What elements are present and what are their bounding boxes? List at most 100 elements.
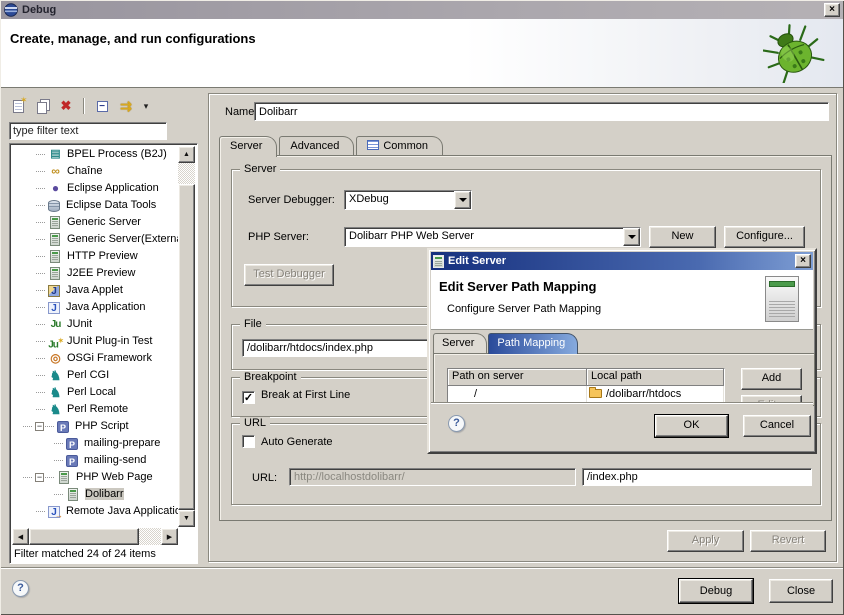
break-first-line-row: ✓Break at First Line — [242, 389, 350, 404]
tree-item-bpel-process-b2j[interactable]: ▤BPEL Process (B2J) — [12, 146, 178, 163]
dialog-body: ✖ − ⇉ ▾ ▤BPEL Process (B2J)∞Chaîne●Eclip… — [1, 89, 843, 567]
perl-icon: ♞ — [48, 403, 63, 417]
server-icon — [50, 233, 60, 246]
collapse-all-button[interactable]: − — [93, 98, 111, 115]
auto-generate-checkbox[interactable] — [242, 435, 255, 448]
edit-server-close-button[interactable]: × — [795, 254, 811, 268]
edit-server-titlebar: Edit Server × — [431, 252, 813, 270]
vertical-scroll-thumb[interactable] — [178, 184, 195, 510]
close-button[interactable]: Close — [769, 579, 833, 603]
tree-expander-icon[interactable]: − — [35, 473, 44, 482]
tree-item-eclipse-data-tools[interactable]: Eclipse Data Tools — [12, 197, 178, 214]
perl-icon: ♞ — [48, 369, 63, 383]
tree-item-generic-server[interactable]: Generic Server — [12, 214, 178, 231]
add-mapping-button[interactable]: Add — [741, 368, 802, 390]
delete-icon: ✖ — [61, 98, 72, 114]
window-close-button[interactable]: × — [824, 3, 840, 17]
scroll-left-button[interactable]: ◀ — [12, 528, 29, 545]
php-server-combo[interactable]: Dolibarr PHP Web Server — [344, 227, 641, 247]
tree-item-php-script[interactable]: −PPHP Script — [12, 418, 178, 435]
tree-connector — [36, 154, 45, 155]
editor-tabs: Server Advanced Common — [219, 136, 445, 156]
scroll-right-button[interactable]: ▶ — [161, 528, 178, 545]
page-title: Create, manage, and run configurations — [10, 31, 256, 46]
filter-menu-dropdown[interactable]: ▾ — [141, 98, 151, 115]
url-path-input[interactable] — [582, 468, 812, 486]
server-icon — [50, 267, 60, 280]
folder-icon — [589, 389, 602, 398]
auto-generate-row: Auto Generate — [242, 435, 333, 448]
scroll-down-button[interactable]: ▼ — [178, 510, 195, 527]
php-server-value: Dolibarr PHP Web Server — [349, 230, 620, 242]
new-configuration-button[interactable] — [9, 98, 27, 115]
tree-item-perl-remote[interactable]: ♞Perl Remote — [12, 401, 178, 418]
help-icon[interactable]: ? — [12, 580, 29, 597]
tree-item-mailing-prepare[interactable]: Pmailing-prepare — [12, 435, 178, 452]
tree-item-php-web-page[interactable]: −PHP Web Page — [12, 469, 178, 486]
combo-arrow-icon[interactable] — [623, 228, 640, 246]
tree-item-label: Java Applet — [66, 284, 123, 296]
tree-item-perl-local[interactable]: ♞Perl Local — [12, 384, 178, 401]
delete-configuration-button[interactable]: ✖ — [57, 98, 75, 115]
tree-item-perl-cgi[interactable]: ♞ Perl CGI — [12, 367, 178, 384]
tree-item-http-preview[interactable]: HTTP Preview — [12, 248, 178, 265]
tree-item-mailing-send[interactable]: Pmailing-send — [12, 452, 178, 469]
combo-arrow-icon[interactable] — [454, 191, 471, 209]
break-first-line-checkbox[interactable]: ✓ — [242, 391, 255, 404]
new-server-button[interactable]: New — [649, 226, 716, 248]
tree-item-java-applet[interactable]: JJava Applet — [12, 282, 178, 299]
edit-server-button-bar: ? OK Cancel — [431, 402, 813, 450]
tree-connector — [54, 494, 63, 495]
tree-item-junit[interactable]: JuJUnit — [12, 316, 178, 333]
tab-server[interactable]: Server — [219, 136, 277, 157]
dialog-help-icon[interactable]: ? — [448, 415, 465, 432]
filter-configurations-button[interactable]: ⇉ — [117, 98, 135, 115]
tree-item-osgi-framework[interactable]: ◎OSGi Framework — [12, 350, 178, 367]
tree-vertical-scrollbar[interactable]: ▲ ▼ — [178, 146, 195, 527]
tree-connector — [36, 358, 45, 359]
tree-item-java-application[interactable]: JJava Application — [12, 299, 178, 316]
tree-expander-icon[interactable]: − — [35, 422, 44, 431]
horizontal-scroll-thumb[interactable] — [29, 528, 139, 545]
tab-common[interactable]: Common — [356, 136, 443, 156]
tab-advanced[interactable]: Advanced — [279, 136, 354, 156]
tree-item-label: Generic Server — [67, 216, 141, 228]
scroll-up-button[interactable]: ▲ — [178, 146, 195, 163]
tree-item-junit-plug-in-test[interactable]: JuJUnit Plug-in Test — [12, 333, 178, 350]
filter-input[interactable] — [9, 122, 167, 140]
tree-connector — [45, 426, 54, 427]
tree-item-label: PHP Script — [75, 420, 129, 432]
new-page-icon — [13, 100, 24, 113]
cancel-button[interactable]: Cancel — [743, 415, 811, 437]
tree-item-j2ee-preview[interactable]: J2EE Preview — [12, 265, 178, 282]
remote-java-icon: J — [48, 506, 60, 518]
window-button-bar: ? Debug Close — [1, 567, 843, 614]
tree-item-generic-server-external-la[interactable]: Generic Server(External La — [12, 231, 178, 248]
tree-item-label: Perl CGI — [67, 369, 109, 381]
tree-horizontal-scrollbar[interactable]: ◀ ▶ — [12, 528, 178, 545]
dialog-tab-path-mapping[interactable]: Path Mapping — [488, 333, 578, 354]
duplicate-configuration-button[interactable] — [33, 98, 51, 115]
duplicate-icon — [37, 102, 47, 114]
revert-button: Revert — [750, 530, 826, 552]
column-local-path[interactable]: Local path — [587, 369, 724, 386]
filter-icon: ⇉ — [120, 98, 132, 115]
tree-item-eclipse-application[interactable]: ●Eclipse Application — [12, 180, 178, 197]
name-input[interactable] — [254, 102, 829, 121]
dialog-tab-server[interactable]: Server — [433, 333, 487, 353]
configure-button[interactable]: Configure... — [724, 226, 805, 248]
tree-item-cha-ne[interactable]: ∞Chaîne — [12, 163, 178, 180]
tab-advanced-label: Advanced — [290, 140, 339, 152]
tree-item-label: mailing-prepare — [84, 437, 160, 449]
ok-button[interactable]: OK — [655, 415, 728, 437]
server-debugger-combo[interactable]: XDebug — [344, 190, 472, 210]
tree-item-label: J2EE Preview — [67, 267, 135, 279]
table-row[interactable]: / /dolibarr/htdocs — [448, 386, 724, 403]
name-label: Name: — [225, 106, 257, 118]
configuration-tree-panel: ▤BPEL Process (B2J)∞Chaîne●Eclipse Appli… — [9, 143, 198, 564]
tree-item-label: Java Application — [66, 301, 146, 313]
column-path-on-server[interactable]: Path on server — [448, 369, 587, 386]
tree-item-dolibarr[interactable]: Dolibarr — [12, 486, 178, 503]
tree-item-remote-java-application[interactable]: JRemote Java Application — [12, 503, 178, 520]
debug-button[interactable]: Debug — [679, 579, 753, 603]
